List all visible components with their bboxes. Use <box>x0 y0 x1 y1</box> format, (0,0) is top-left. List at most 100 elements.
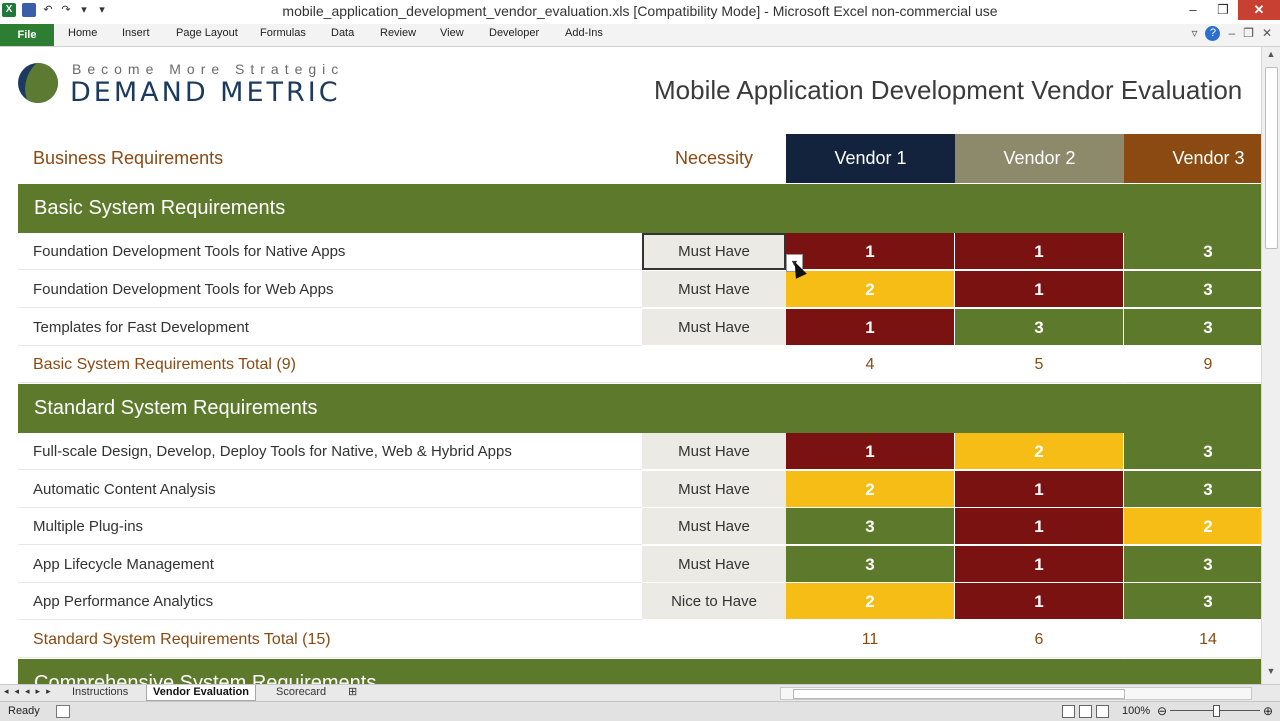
requirement-cell[interactable]: Templates for Fast Development <box>18 309 642 346</box>
vendor2-score-cell[interactable]: 1 <box>955 583 1124 620</box>
header-vendor-3[interactable]: Vendor 3 <box>1124 134 1262 183</box>
tab-formulas[interactable]: Formulas <box>260 27 306 39</box>
vendor2-total[interactable]: 5 <box>955 346 1124 383</box>
tab-data[interactable]: Data <box>331 27 354 39</box>
workbook-restore-icon[interactable]: ❐ <box>1243 26 1254 41</box>
vendor3-score-cell[interactable]: 3 <box>1124 471 1262 508</box>
tab-insert[interactable]: Insert <box>122 27 150 39</box>
sheet-tab-instructions[interactable]: Instructions <box>66 685 134 700</box>
vendor3-score-cell[interactable]: 3 <box>1124 233 1262 270</box>
vertical-scroll-thumb[interactable] <box>1265 67 1278 249</box>
requirement-cell[interactable]: Multiple Plug-ins <box>18 508 642 545</box>
tab-add-ins[interactable]: Add-Ins <box>565 27 603 39</box>
vendor2-score-cell[interactable]: 1 <box>955 233 1124 270</box>
vendor2-score-cell[interactable]: 1 <box>955 508 1124 545</box>
vendor1-score-cell[interactable]: 1 <box>786 309 955 346</box>
table-row: Foundation Development Tools for Web App… <box>18 271 1262 308</box>
zoom-slider-thumb[interactable] <box>1213 705 1220 717</box>
header-necessity[interactable]: Necessity <box>642 134 786 183</box>
close-button[interactable]: ✕ <box>1238 0 1280 20</box>
help-icon[interactable]: ? <box>1205 26 1221 41</box>
vendor2-score-cell[interactable]: 1 <box>955 546 1124 583</box>
section-header[interactable]: Standard System Requirements <box>18 384 1262 433</box>
vendor2-score-cell[interactable]: 3 <box>955 309 1124 346</box>
vendor3-score-cell[interactable]: 3 <box>1124 433 1262 470</box>
vendor3-score-cell[interactable]: 3 <box>1124 546 1262 583</box>
total-label[interactable]: Basic System Requirements Total (9) <box>18 346 642 383</box>
necessity-cell[interactable]: Must Have <box>642 508 786 545</box>
sheet-tab-vendor-evaluation[interactable]: Vendor Evaluation <box>146 685 256 701</box>
vendor3-total[interactable]: 9 <box>1124 346 1262 383</box>
vertical-scrollbar[interactable]: ▲ ▼ <box>1261 47 1280 684</box>
header-business-requirements[interactable]: Business Requirements <box>18 134 642 183</box>
logo-mark-icon <box>18 63 58 103</box>
tab-review[interactable]: Review <box>380 27 416 39</box>
vendor3-score-cell[interactable]: 3 <box>1124 583 1262 620</box>
window-controls: – ❐ ✕ <box>1178 0 1280 20</box>
normal-view-icon[interactable] <box>1062 705 1075 718</box>
vendor1-score-cell[interactable]: 1 <box>786 433 955 470</box>
requirement-cell[interactable]: Foundation Development Tools for Web App… <box>18 271 642 308</box>
total-label[interactable]: Standard System Requirements Total (15) <box>18 621 642 658</box>
sheet-nav-arrows-icon[interactable]: ◂◂◂▸▸ <box>4 686 57 697</box>
tab-developer[interactable]: Developer <box>489 27 539 39</box>
vendor2-total[interactable]: 6 <box>955 621 1124 658</box>
section-header[interactable]: Comprehensive System Requirements <box>18 659 1262 684</box>
vendor1-score-cell[interactable]: 2 <box>786 471 955 508</box>
page-layout-view-icon[interactable] <box>1079 705 1092 718</box>
tab-file[interactable]: File <box>0 24 54 46</box>
minimize-ribbon-icon[interactable]: ▿ <box>1191 26 1197 41</box>
vendor3-score-cell[interactable]: 3 <box>1124 309 1262 346</box>
workbook-close-icon[interactable]: ✕ <box>1262 26 1272 41</box>
ribbon-right-controls: ▿ ? – ❐ ✕ <box>1191 26 1272 41</box>
vendor1-total[interactable]: 11 <box>786 621 955 658</box>
total-row: Basic System Requirements Total (9) 4 5 … <box>18 346 1262 383</box>
section-header[interactable]: Basic System Requirements <box>18 184 1262 233</box>
requirement-cell[interactable]: App Lifecycle Management <box>18 546 642 583</box>
vendor3-total[interactable]: 14 <box>1124 621 1262 658</box>
insert-sheet-icon[interactable]: ⊞ <box>342 685 363 700</box>
zoom-in-icon[interactable]: ⊕ <box>1263 704 1273 718</box>
scroll-down-icon[interactable]: ▼ <box>1262 666 1280 682</box>
restore-button[interactable]: ❐ <box>1208 0 1238 20</box>
tab-view[interactable]: View <box>440 27 464 39</box>
zoom-out-icon[interactable]: ⊖ <box>1157 704 1167 718</box>
vendor2-score-cell[interactable]: 2 <box>955 433 1124 470</box>
necessity-cell[interactable]: Must Have <box>642 471 786 508</box>
vendor2-score-cell[interactable]: 1 <box>955 271 1124 308</box>
page-break-view-icon[interactable] <box>1096 705 1109 718</box>
vendor1-score-cell[interactable]: 3 <box>786 546 955 583</box>
zoom-level[interactable]: 100% <box>1122 705 1150 717</box>
necessity-cell[interactable]: Must Have <box>642 271 786 308</box>
vendor2-score-cell[interactable]: 1 <box>955 471 1124 508</box>
vendor1-score-cell[interactable]: 2 <box>786 583 955 620</box>
necessity-cell[interactable]: Must Have <box>642 433 786 470</box>
header-vendor-1[interactable]: Vendor 1 <box>786 134 955 183</box>
requirement-cell[interactable]: Full-scale Design, Develop, Deploy Tools… <box>18 433 642 470</box>
header-vendor-2[interactable]: Vendor 2 <box>955 134 1124 183</box>
vendor3-score-cell[interactable]: 3 <box>1124 271 1262 308</box>
necessity-cell[interactable]: Nice to Have <box>642 583 786 620</box>
vendor1-score-cell[interactable]: 1 <box>786 233 955 270</box>
necessity-cell[interactable]: Must Have <box>642 546 786 583</box>
vendor1-total[interactable]: 4 <box>786 346 955 383</box>
total-necessity-cell[interactable] <box>642 621 786 658</box>
vendor1-score-cell[interactable]: 3 <box>786 508 955 545</box>
workbook-minimize-icon[interactable]: – <box>1228 26 1235 41</box>
macro-recording-icon[interactable] <box>56 705 70 718</box>
requirement-cell[interactable]: Foundation Development Tools for Native … <box>18 233 642 270</box>
tab-page-layout[interactable]: Page Layout <box>176 27 238 39</box>
scroll-up-icon[interactable]: ▲ <box>1262 49 1280 65</box>
necessity-cell[interactable]: Must Have <box>642 233 786 270</box>
requirement-cell[interactable]: Automatic Content Analysis <box>18 471 642 508</box>
necessity-cell[interactable]: Must Have <box>642 309 786 346</box>
requirement-cell[interactable]: App Performance Analytics <box>18 583 642 620</box>
horizontal-scroll-thumb[interactable] <box>793 689 1125 699</box>
sheet-tab-scorecard[interactable]: Scorecard <box>270 685 332 700</box>
minimize-button[interactable]: – <box>1178 0 1208 20</box>
vendor3-score-cell[interactable]: 2 <box>1124 508 1262 545</box>
total-necessity-cell[interactable] <box>642 346 786 383</box>
vendor1-score-cell[interactable]: 2 <box>786 271 955 308</box>
horizontal-scrollbar[interactable] <box>780 687 1252 700</box>
tab-home[interactable]: Home <box>68 27 97 39</box>
